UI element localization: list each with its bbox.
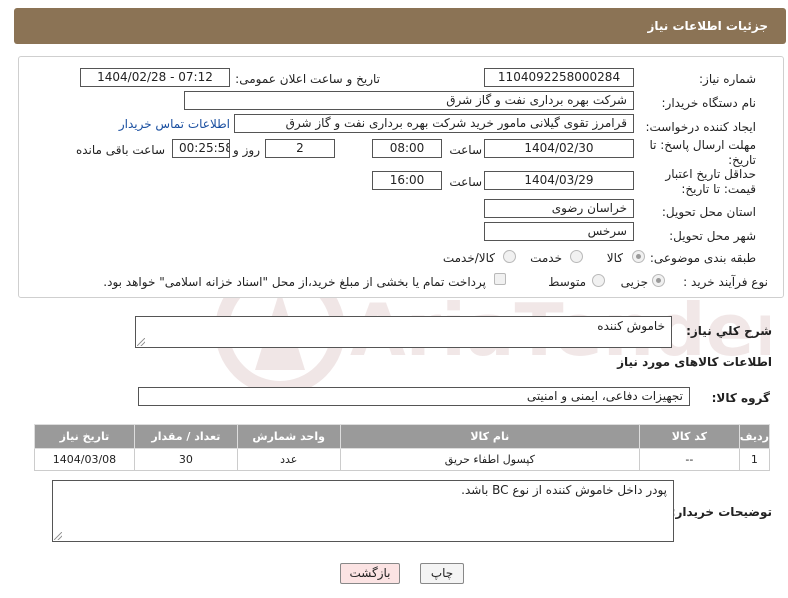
province-label: استان محل تحویل: bbox=[661, 205, 756, 219]
column-unit: واحد شمارش bbox=[236, 424, 341, 449]
creator-label: ایجاد کننده درخواست: bbox=[645, 120, 756, 134]
back-button[interactable]: بازگشت bbox=[340, 563, 400, 584]
column-need-date: تاریخ نیاز bbox=[34, 424, 135, 449]
buyer-org-field: شرکت بهره برداری نفت و گاز شرق bbox=[184, 91, 634, 110]
cell-need-date: 1404/03/08 bbox=[34, 448, 135, 471]
category-goods-service-label: کالا/خدمت bbox=[442, 251, 495, 265]
page-header: جزئیات اطلاعات نیاز bbox=[14, 8, 786, 44]
price-time-label: ساعت bbox=[449, 175, 482, 189]
summary-field: خاموش کننده bbox=[135, 316, 672, 348]
column-item-name: نام کالا bbox=[339, 424, 640, 449]
need-number-label: شماره نیاز: bbox=[699, 72, 756, 86]
buyer-notes-label: توضیحات خریدار: bbox=[670, 505, 772, 519]
resize-handle-icon[interactable] bbox=[54, 532, 62, 540]
province-field: خراسان رضوی bbox=[484, 199, 634, 218]
page-title: جزئیات اطلاعات نیاز bbox=[647, 19, 768, 33]
process-medium-label: متوسط bbox=[548, 275, 586, 289]
buyer-org-label: نام دستگاه خریدار: bbox=[661, 96, 757, 110]
process-minor-radio[interactable] bbox=[652, 274, 665, 287]
summary-label: شرح کلي نياز: bbox=[686, 324, 772, 338]
process-medium-radio[interactable] bbox=[592, 274, 605, 287]
table-row: 1 -- کپسول اطفاء حریق عدد 30 1404/03/08 bbox=[34, 448, 771, 471]
category-goods-service-radio[interactable] bbox=[503, 250, 516, 263]
need-number-field: 1104092258000284 bbox=[484, 68, 634, 87]
buyer-notes-field: پودر داخل خاموش کننده از نوع BC باشد. bbox=[52, 480, 674, 542]
reply-time-field: 08:00 bbox=[372, 139, 442, 158]
price-date-field: 1404/03/29 bbox=[484, 171, 634, 190]
goods-section-title: اطلاعات کالاهای مورد نیاز bbox=[617, 355, 772, 369]
contact-info-link[interactable]: اطلاعات تماس خریدار bbox=[119, 117, 230, 131]
category-goods-radio[interactable] bbox=[632, 250, 645, 263]
process-label: نوع فرآیند خرید : bbox=[683, 275, 768, 289]
price-validity-label: حداقل تاریخ اعتبار قیمت: تا تاریخ: bbox=[665, 167, 756, 196]
remaining-time-field: 00:25:58 bbox=[172, 139, 230, 158]
category-goods-label: کالا bbox=[606, 251, 623, 265]
cell-item-name: کپسول اطفاء حریق bbox=[339, 448, 640, 471]
announce-label: تاریخ و ساعت اعلان عمومی: bbox=[235, 72, 380, 86]
cell-item-code: -- bbox=[638, 448, 740, 471]
reply-time-label: ساعت bbox=[449, 143, 482, 157]
city-label: شهر محل تحویل: bbox=[669, 229, 756, 243]
goods-group-field: تجهیزات دفاعی، ایمنی و امنیتی bbox=[138, 387, 690, 406]
column-item-code: کد کالا bbox=[638, 424, 740, 449]
buyer-notes-text: پودر داخل خاموش کننده از نوع BC باشد. bbox=[461, 483, 667, 497]
treasury-payment-checkbox[interactable] bbox=[494, 273, 506, 285]
summary-text: خاموش کننده bbox=[597, 319, 665, 333]
announce-field: 1404/02/28 - 07:12 bbox=[80, 68, 230, 87]
column-row-number: ردیف bbox=[738, 424, 771, 449]
cell-row-number: 1 bbox=[738, 448, 771, 471]
reply-deadline-label: مهلت ارسال پاسخ: تا تاریخ: bbox=[649, 138, 756, 167]
goods-group-label: گروه کالا: bbox=[711, 391, 770, 405]
days-field: 2 bbox=[265, 139, 335, 158]
days-label: روز و bbox=[233, 143, 260, 157]
category-service-label: خدمت bbox=[530, 251, 562, 265]
price-time-field: 16:00 bbox=[372, 171, 442, 190]
city-field: سرخس bbox=[484, 222, 634, 241]
treasury-payment-note: پرداخت تمام یا بخشی از مبلغ خرید،از محل … bbox=[103, 275, 486, 289]
goods-table: ردیف کد کالا نام کالا واحد شمارش تعداد /… bbox=[34, 424, 771, 471]
creator-field: قرامرز تقوی گیلانی مامور خرید شرکت بهره … bbox=[234, 114, 634, 133]
cell-unit: عدد bbox=[236, 448, 341, 471]
column-quantity: تعداد / مقدار bbox=[133, 424, 238, 449]
cell-quantity: 30 bbox=[133, 448, 238, 471]
category-service-radio[interactable] bbox=[570, 250, 583, 263]
reply-date-field: 1404/02/30 bbox=[484, 139, 634, 158]
process-minor-label: جزیی bbox=[620, 275, 648, 289]
resize-handle-icon[interactable] bbox=[137, 338, 145, 346]
goods-table-header: ردیف کد کالا نام کالا واحد شمارش تعداد /… bbox=[34, 424, 771, 449]
remaining-time-label: ساعت باقی مانده bbox=[75, 143, 165, 157]
category-label: طبقه بندی موضوعی: bbox=[649, 251, 756, 265]
print-button[interactable]: چاپ bbox=[420, 563, 464, 584]
